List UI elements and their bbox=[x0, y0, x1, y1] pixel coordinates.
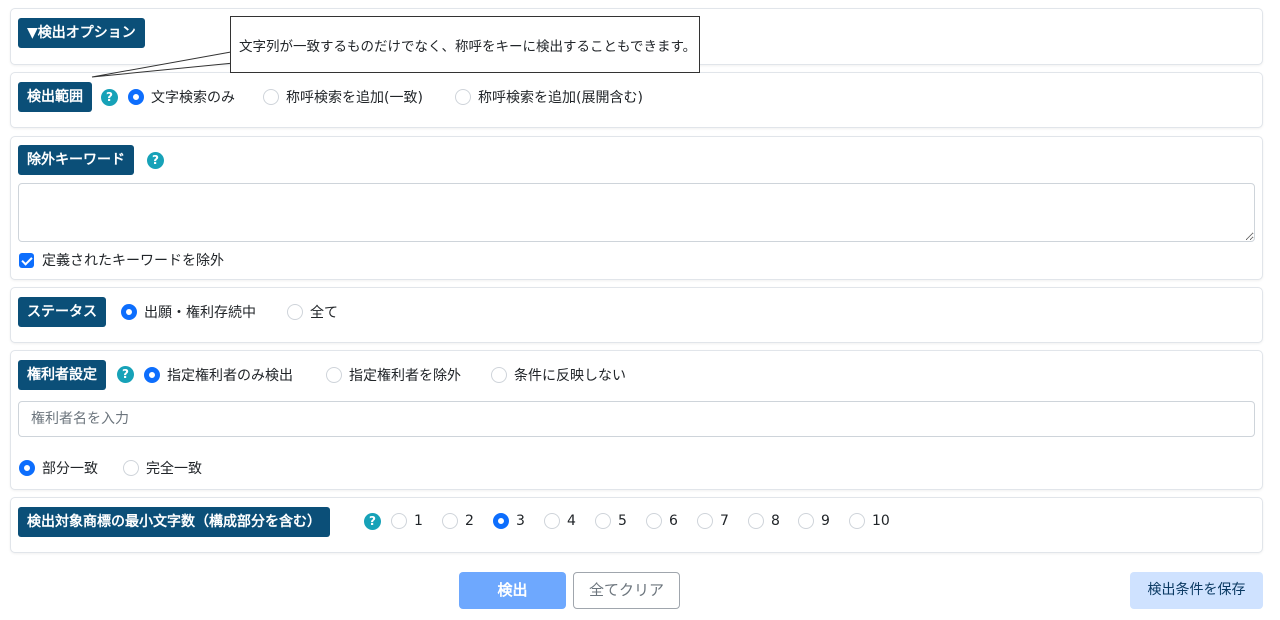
min-chars-label: 検出対象商標の最小文字数（構成部分を含む） bbox=[18, 507, 330, 537]
min-chars-option-6[interactable]: 6 bbox=[646, 513, 678, 529]
radio-label: 10 bbox=[872, 513, 890, 529]
owner-option-none[interactable]: 条件に反映しない bbox=[491, 365, 626, 385]
radio-selected-icon bbox=[144, 367, 160, 383]
radio-unselected-icon bbox=[849, 513, 865, 529]
radio-unselected-icon bbox=[326, 367, 342, 383]
min-chars-option-1[interactable]: 1 bbox=[391, 513, 423, 529]
detect-range-label: 検出範囲 bbox=[18, 82, 92, 112]
owner-option-only[interactable]: 指定権利者のみ検出 bbox=[144, 365, 293, 385]
exclude-keywords-label: 除外キーワード bbox=[18, 145, 134, 175]
status-option-active[interactable]: 出願・権利存続中 bbox=[121, 302, 256, 322]
radio-label: 全て bbox=[310, 305, 338, 321]
help-icon[interactable]: ? bbox=[147, 152, 164, 169]
radio-label: 指定権利者を除外 bbox=[349, 368, 461, 384]
radio-selected-icon bbox=[493, 513, 509, 529]
radio-unselected-icon bbox=[646, 513, 662, 529]
radio-unselected-icon bbox=[697, 513, 713, 529]
min-chars-option-4[interactable]: 4 bbox=[544, 513, 576, 529]
exclude-keywords-textarea[interactable] bbox=[18, 183, 1255, 242]
detect-range-option-phonetic-expanded[interactable]: 称呼検索を追加(展開含む) bbox=[455, 87, 643, 107]
radio-label: 称呼検索を追加(展開含む) bbox=[478, 90, 643, 106]
radio-unselected-icon bbox=[491, 367, 507, 383]
radio-label: 9 bbox=[821, 513, 830, 529]
radio-unselected-icon bbox=[263, 89, 279, 105]
status-option-all[interactable]: 全て bbox=[287, 302, 338, 322]
radio-label: 5 bbox=[618, 513, 627, 529]
radio-unselected-icon bbox=[748, 513, 764, 529]
exclude-keywords-card: 除外キーワード ? 定義されたキーワードを除外 bbox=[10, 136, 1263, 280]
radio-label: 3 bbox=[516, 513, 525, 529]
owner-option-exclude[interactable]: 指定権利者を除外 bbox=[326, 365, 461, 385]
radio-label: 部分一致 bbox=[42, 461, 98, 477]
owner-match-partial[interactable]: 部分一致 bbox=[19, 458, 98, 478]
owner-settings-card: 権利者設定 ? 指定権利者のみ検出 指定権利者を除外 条件に反映しない 部分一致… bbox=[10, 350, 1263, 490]
help-icon[interactable]: ? bbox=[117, 366, 134, 383]
radio-label: 文字検索のみ bbox=[151, 90, 235, 106]
radio-label: 出願・権利存続中 bbox=[144, 305, 256, 321]
radio-label: 2 bbox=[465, 513, 474, 529]
min-chars-option-7[interactable]: 7 bbox=[697, 513, 729, 529]
status-card: ステータス 出願・権利存続中 全て bbox=[10, 287, 1263, 343]
detect-range-tooltip: 文字列が一致するものだけでなく、称呼をキーに検出することもできます。 bbox=[230, 16, 700, 73]
min-chars-option-10[interactable]: 10 bbox=[849, 513, 890, 529]
radio-unselected-icon bbox=[123, 460, 139, 476]
min-chars-option-5[interactable]: 5 bbox=[595, 513, 627, 529]
radio-unselected-icon bbox=[391, 513, 407, 529]
min-chars-option-2[interactable]: 2 bbox=[442, 513, 474, 529]
min-chars-card: 検出対象商標の最小文字数（構成部分を含む） ? 1 2 3 4 5 6 7 8 … bbox=[10, 497, 1263, 553]
radio-selected-icon bbox=[128, 89, 144, 105]
radio-label: 指定権利者のみ検出 bbox=[167, 368, 293, 384]
detect-range-option-text[interactable]: 文字検索のみ bbox=[128, 87, 235, 107]
radio-unselected-icon bbox=[798, 513, 814, 529]
radio-unselected-icon bbox=[595, 513, 611, 529]
owner-name-input[interactable] bbox=[18, 401, 1255, 437]
radio-label: 完全一致 bbox=[146, 461, 202, 477]
help-icon[interactable]: ? bbox=[101, 89, 118, 106]
radio-unselected-icon bbox=[455, 89, 471, 105]
min-chars-option-3[interactable]: 3 bbox=[493, 513, 525, 529]
radio-selected-icon bbox=[19, 460, 35, 476]
detect-range-card: 検出範囲 ? 文字検索のみ 称呼検索を追加(一致) 称呼検索を追加(展開含む) bbox=[10, 72, 1263, 128]
radio-label: 称呼検索を追加(一致) bbox=[286, 90, 423, 106]
radio-unselected-icon bbox=[287, 304, 303, 320]
detect-range-option-phonetic-exact[interactable]: 称呼検索を追加(一致) bbox=[263, 87, 423, 107]
radio-unselected-icon bbox=[544, 513, 560, 529]
radio-selected-icon bbox=[121, 304, 137, 320]
owner-settings-label: 権利者設定 bbox=[18, 360, 106, 390]
radio-label: 4 bbox=[567, 513, 576, 529]
exclude-defined-keywords-checkbox[interactable]: 定義されたキーワードを除外 bbox=[19, 250, 224, 270]
min-chars-option-9[interactable]: 9 bbox=[798, 513, 830, 529]
radio-unselected-icon bbox=[442, 513, 458, 529]
search-button[interactable]: 検出 bbox=[459, 572, 566, 609]
min-chars-option-8[interactable]: 8 bbox=[748, 513, 780, 529]
radio-label: 7 bbox=[720, 513, 729, 529]
help-icon[interactable]: ? bbox=[364, 513, 381, 530]
radio-label: 条件に反映しない bbox=[514, 368, 626, 384]
options-header-toggle[interactable]: ▼検出オプション bbox=[18, 18, 145, 48]
owner-match-exact[interactable]: 完全一致 bbox=[123, 458, 202, 478]
clear-all-button[interactable]: 全てクリア bbox=[573, 572, 680, 609]
checkbox-label: 定義されたキーワードを除外 bbox=[42, 253, 224, 269]
save-conditions-button[interactable]: 検出条件を保存 bbox=[1130, 572, 1263, 609]
status-label: ステータス bbox=[18, 297, 106, 327]
radio-label: 1 bbox=[414, 513, 423, 529]
checkbox-checked-icon bbox=[19, 252, 34, 268]
radio-label: 6 bbox=[669, 513, 678, 529]
radio-label: 8 bbox=[771, 513, 780, 529]
